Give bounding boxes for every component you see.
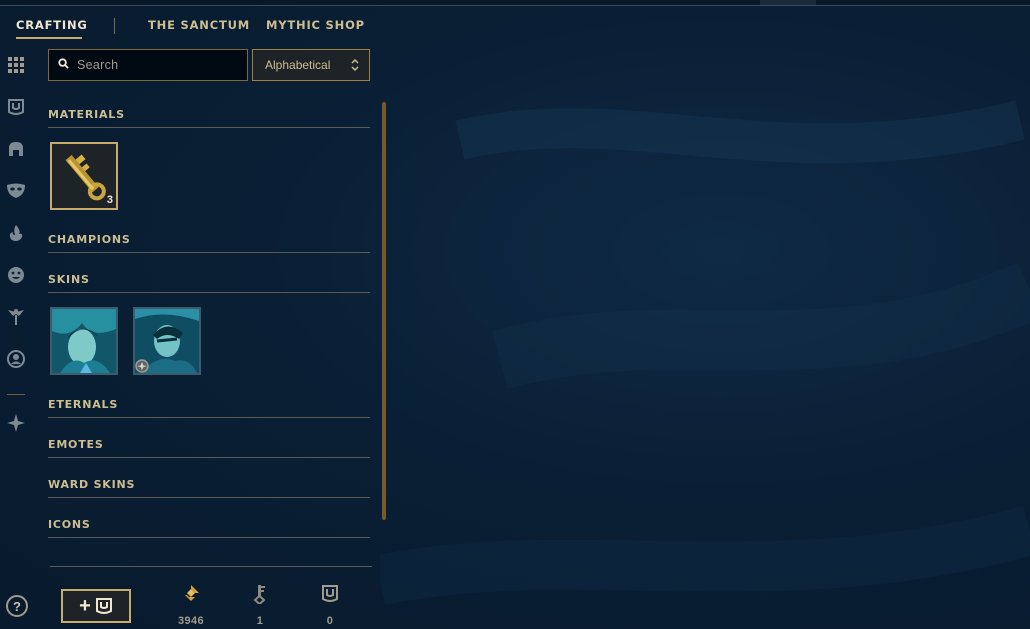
mask-icon[interactable] [5, 180, 27, 202]
key-counter: 1 [240, 584, 280, 627]
skin-card[interactable] [50, 307, 118, 375]
blue-essence-icon [185, 585, 199, 601]
active-tab-underline [16, 37, 82, 39]
sort-dropdown[interactable]: Alphabetical [252, 49, 370, 81]
skin-card[interactable] [133, 307, 201, 375]
search-box[interactable] [48, 49, 248, 81]
chest-value: 0 [326, 615, 334, 627]
section-emotes-label: EMOTES [48, 438, 104, 451]
section-icons[interactable]: ICONS [48, 510, 370, 538]
section-eternals[interactable]: ETERNALS [48, 390, 370, 418]
tab-the-sanctum[interactable]: THE SANCTUM [148, 18, 250, 32]
background-swirl [380, 100, 1030, 605]
section-icons-label: ICONS [48, 518, 91, 531]
key-icon [253, 585, 266, 606]
search-input[interactable] [77, 58, 237, 72]
ward-icon[interactable] [5, 306, 27, 328]
chest-icon [322, 585, 338, 602]
add-label: + [79, 595, 91, 617]
top-border-segment [760, 0, 816, 5]
rail-separator [7, 394, 25, 395]
profile-icon[interactable] [5, 348, 27, 370]
section-emotes[interactable]: EMOTES [48, 430, 370, 458]
footer-divider [50, 566, 372, 567]
blue-essence-value: 3946 [177, 615, 205, 627]
chevron-updown-icon [351, 58, 359, 72]
material-count: 3 [106, 194, 113, 206]
skin-portrait-icon [52, 309, 116, 373]
section-eternals-label: ETERNALS [48, 398, 119, 411]
top-border [0, 0, 1030, 6]
section-ward-skins[interactable]: WARD SKINS [48, 470, 370, 498]
loot-star-icon[interactable] [5, 412, 27, 434]
tab-mythic-shop[interactable]: MYTHIC SHOP [266, 18, 365, 32]
key-value: 1 [256, 615, 264, 627]
grid-icon[interactable] [5, 54, 27, 76]
emote-face-icon[interactable] [5, 264, 27, 286]
section-skins[interactable]: SKINS [48, 265, 370, 293]
nav-divider [114, 18, 115, 34]
blue-essence-counter: 3946 [171, 584, 211, 627]
chest-icon[interactable] [5, 96, 27, 118]
tab-crafting[interactable]: CRAFTING [16, 18, 88, 32]
flame-icon[interactable] [5, 222, 27, 244]
material-card[interactable]: 3 [50, 142, 118, 210]
scrollbar[interactable] [382, 102, 386, 520]
search-icon [58, 56, 69, 74]
chest-counter: 0 [310, 584, 350, 627]
section-champions[interactable]: CHAMPIONS [48, 225, 370, 253]
section-materials[interactable]: MATERIALS [48, 100, 370, 128]
section-champions-label: CHAMPIONS [48, 233, 131, 246]
sort-selected-value: Alphabetical [265, 58, 331, 72]
section-materials-label: MATERIALS [48, 108, 125, 121]
chest-icon [95, 598, 112, 614]
help-button[interactable]: ? [6, 595, 28, 617]
add-chest-button[interactable]: + [61, 589, 131, 623]
helmet-icon[interactable] [5, 138, 27, 160]
section-skins-label: SKINS [48, 273, 90, 286]
skin-portrait-icon [135, 309, 199, 373]
section-ward-skins-label: WARD SKINS [48, 478, 136, 491]
